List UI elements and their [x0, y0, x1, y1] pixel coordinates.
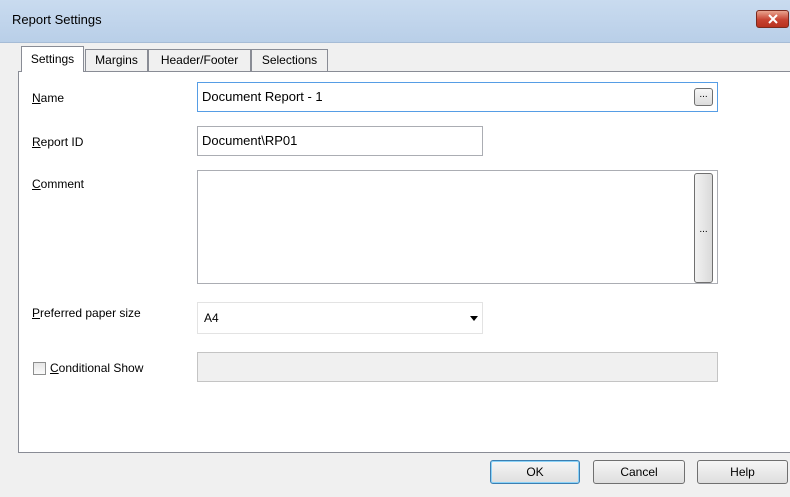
conditional-show-field [197, 352, 718, 382]
ok-button[interactable]: OK [490, 460, 580, 484]
help-button[interactable]: Help [697, 460, 788, 484]
paper-size-select[interactable]: A4 [197, 302, 483, 334]
chevron-down-icon [470, 316, 478, 321]
name-label: Name [32, 91, 65, 105]
name-field[interactable]: Document Report - 1 [197, 82, 718, 112]
tab-header-footer[interactable]: Header/Footer [148, 49, 251, 71]
report-id-label: Report ID [32, 135, 84, 149]
comment-browse-button[interactable]: ... [694, 173, 713, 283]
name-browse-button[interactable]: ... [694, 88, 713, 106]
comment-label: Comment [32, 177, 85, 191]
report-id-field[interactable]: Document\RP01 [197, 126, 483, 156]
conditional-show-checkbox[interactable] [33, 362, 46, 375]
close-button[interactable] [756, 10, 789, 28]
window-title: Report Settings [12, 12, 102, 27]
conditional-show-label[interactable]: Conditional Show [50, 361, 143, 375]
tab-settings[interactable]: Settings [21, 46, 84, 72]
title-bar: Report Settings [0, 0, 790, 43]
tab-margins[interactable]: Margins [85, 49, 148, 71]
paper-size-value: A4 [204, 311, 219, 325]
paper-size-label: Preferred paper size [32, 306, 141, 320]
cancel-button[interactable]: Cancel [593, 460, 685, 484]
comment-field[interactable] [197, 170, 718, 284]
tab-selections[interactable]: Selections [251, 49, 328, 71]
close-icon [768, 14, 778, 24]
